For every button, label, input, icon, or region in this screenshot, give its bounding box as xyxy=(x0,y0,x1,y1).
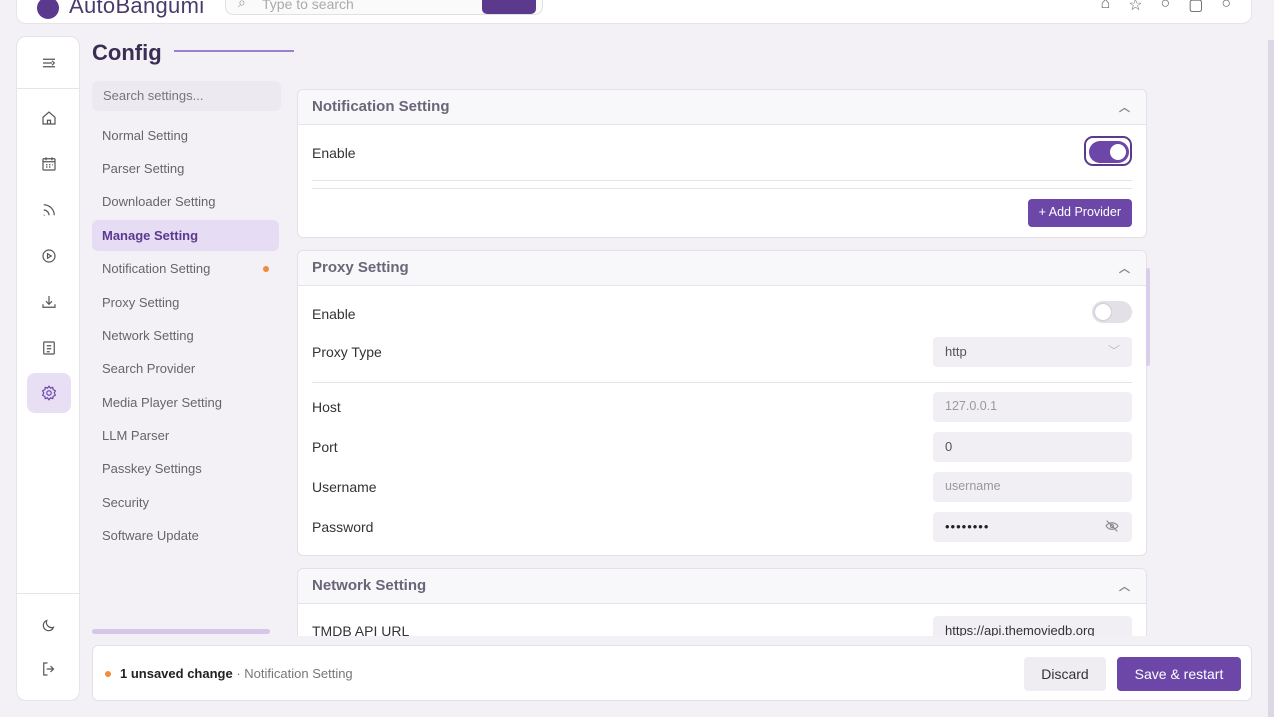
nav-item-media-player-setting[interactable]: Media Player Setting xyxy=(92,387,279,418)
eye-off-icon[interactable] xyxy=(1104,518,1120,534)
header-actions: ⌂ ☆ ○ ▢ ○ xyxy=(1101,0,1231,15)
unsaved-section: · Notification Setting xyxy=(232,666,353,681)
network-card: Network Setting ︿ TMDB API URL https://a… xyxy=(297,568,1147,636)
proxy-type-select[interactable]: http ﹀ xyxy=(933,337,1132,367)
nav-item-notification-setting[interactable]: Notification Setting xyxy=(92,253,279,284)
title-underline xyxy=(174,50,294,52)
moon-icon[interactable] xyxy=(27,605,71,645)
proxy-type-label: Proxy Type xyxy=(312,344,382,360)
settings-search-input[interactable]: Search settings... xyxy=(92,81,281,111)
chevron-down-icon: ﹀ xyxy=(1107,344,1120,358)
app-name: AutoBangumi xyxy=(69,0,205,18)
nav-item-software-update[interactable]: Software Update xyxy=(92,520,279,551)
proxy-password-value: •••••••• xyxy=(945,519,990,534)
info-icon[interactable]: ○ xyxy=(1161,0,1171,15)
settings-content: Notification Setting ︿ Enable + Add Prov… xyxy=(297,88,1152,636)
global-search[interactable]: ⌕ Type to search xyxy=(225,0,543,15)
top-header: AutoBangumi ⌕ Type to search ⌂ ☆ ○ ▢ ○ xyxy=(16,0,1252,24)
notification-card: Notification Setting ︿ Enable + Add Prov… xyxy=(297,89,1147,238)
content-scrollbar[interactable] xyxy=(1146,268,1150,366)
page-title: Config xyxy=(92,40,162,65)
save-restart-button[interactable]: Save & restart xyxy=(1117,657,1241,691)
network-card-header[interactable]: Network Setting ︿ xyxy=(298,569,1146,604)
proxy-card-title: Proxy Setting xyxy=(312,259,409,276)
proxy-port-input[interactable]: 0 xyxy=(933,432,1132,462)
app-logo-icon xyxy=(37,0,59,19)
nav-item-llm-parser[interactable]: LLM Parser xyxy=(92,420,279,451)
modified-indicator xyxy=(263,266,269,272)
logout-icon[interactable] xyxy=(27,649,71,689)
notification-enable-label: Enable xyxy=(312,145,356,161)
tmdb-url-input[interactable]: https://api.themoviedb.org xyxy=(933,616,1132,636)
notification-enable-row: Enable xyxy=(312,136,1132,168)
unsaved-changes-bar: 1 unsaved change · Notification Setting … xyxy=(92,645,1252,701)
unsaved-message: 1 unsaved change · Notification Setting xyxy=(120,666,353,681)
collapse-chevron-icon[interactable]: ︿ xyxy=(1119,99,1130,115)
play-icon[interactable] xyxy=(27,236,71,276)
proxy-host-row: Host 127.0.0.1 xyxy=(312,392,1132,422)
global-search-placeholder: Type to search xyxy=(262,0,354,12)
proxy-enable-toggle[interactable] xyxy=(1092,301,1132,323)
proxy-username-label: Username xyxy=(312,479,377,495)
rss-icon[interactable] xyxy=(27,190,71,230)
settings-icon[interactable] xyxy=(27,373,71,413)
sidebar-rail xyxy=(16,36,80,701)
nav-item-manage-setting[interactable]: Manage Setting xyxy=(92,220,279,251)
divider xyxy=(312,180,1132,181)
nav-item-proxy-setting[interactable]: Proxy Setting xyxy=(92,287,279,318)
nav-item-label: Notification Setting xyxy=(102,261,211,276)
notification-enable-toggle[interactable] xyxy=(1084,136,1132,166)
main-panel: Config Search settings... Normal Setting… xyxy=(92,36,1252,701)
proxy-card: Proxy Setting ︿ Enable Proxy Type http ﹀… xyxy=(297,250,1147,556)
proxy-type-value: http xyxy=(945,344,967,359)
nav-item-search-provider[interactable]: Search Provider xyxy=(92,353,279,384)
divider xyxy=(312,382,1132,383)
proxy-port-row: Port 0 xyxy=(312,432,1132,462)
unsaved-indicator xyxy=(105,671,111,677)
proxy-password-row: Password •••••••• xyxy=(312,512,1132,542)
search-shortcut-button[interactable] xyxy=(482,0,536,14)
tmdb-url-label: TMDB API URL xyxy=(312,623,410,636)
proxy-password-label: Password xyxy=(312,519,374,535)
nav-item-downloader-setting[interactable]: Downloader Setting xyxy=(92,186,279,217)
search-icon: ⌕ xyxy=(238,0,246,10)
unsaved-count: 1 unsaved change xyxy=(120,666,233,681)
proxy-host-input[interactable]: 127.0.0.1 xyxy=(933,392,1132,422)
nav-item-passkey-settings[interactable]: Passkey Settings xyxy=(92,453,279,484)
proxy-username-row: Username username xyxy=(312,472,1132,502)
notification-card-title: Notification Setting xyxy=(312,98,450,115)
tmdb-url-row: TMDB API URL https://api.themoviedb.org xyxy=(312,616,1132,636)
add-provider-button[interactable]: + Add Provider xyxy=(1027,199,1132,227)
collapse-chevron-icon[interactable]: ︿ xyxy=(1119,260,1130,276)
nav-item-normal-setting[interactable]: Normal Setting xyxy=(92,120,279,151)
grid-icon[interactable]: ▢ xyxy=(1188,0,1203,15)
page-scrollbar[interactable] xyxy=(1268,40,1274,717)
discard-button[interactable]: Discard xyxy=(1024,657,1106,691)
network-card-title: Network Setting xyxy=(312,577,427,594)
notification-card-header[interactable]: Notification Setting ︿ xyxy=(298,90,1146,125)
proxy-card-header[interactable]: Proxy Setting ︿ xyxy=(298,251,1146,286)
home-icon[interactable] xyxy=(27,98,71,138)
calendar-icon[interactable] xyxy=(27,144,71,184)
nav-scrollbar[interactable] xyxy=(92,629,270,634)
avatar[interactable]: ○ xyxy=(1221,0,1231,15)
divider xyxy=(312,188,1132,189)
proxy-port-label: Port xyxy=(312,439,338,455)
log-icon[interactable] xyxy=(27,328,71,368)
rail-divider xyxy=(17,593,79,594)
collapse-chevron-icon[interactable]: ︿ xyxy=(1119,578,1130,594)
nav-item-security[interactable]: Security xyxy=(92,487,279,518)
proxy-username-input[interactable]: username xyxy=(933,472,1132,502)
menu-toggle-icon[interactable] xyxy=(27,43,71,83)
proxy-password-input[interactable]: •••••••• xyxy=(933,512,1132,542)
download-icon[interactable] xyxy=(27,282,71,322)
nav-item-network-setting[interactable]: Network Setting xyxy=(92,320,279,351)
proxy-type-row: Proxy Type http ﹀ xyxy=(312,337,1132,367)
proxy-host-label: Host xyxy=(312,399,341,415)
nav-item-parser-setting[interactable]: Parser Setting xyxy=(92,153,279,184)
bell-icon[interactable]: ⌂ xyxy=(1101,0,1111,15)
proxy-enable-label: Enable xyxy=(312,306,356,322)
proxy-enable-row: Enable xyxy=(312,299,1132,329)
star-icon[interactable]: ☆ xyxy=(1128,0,1142,15)
